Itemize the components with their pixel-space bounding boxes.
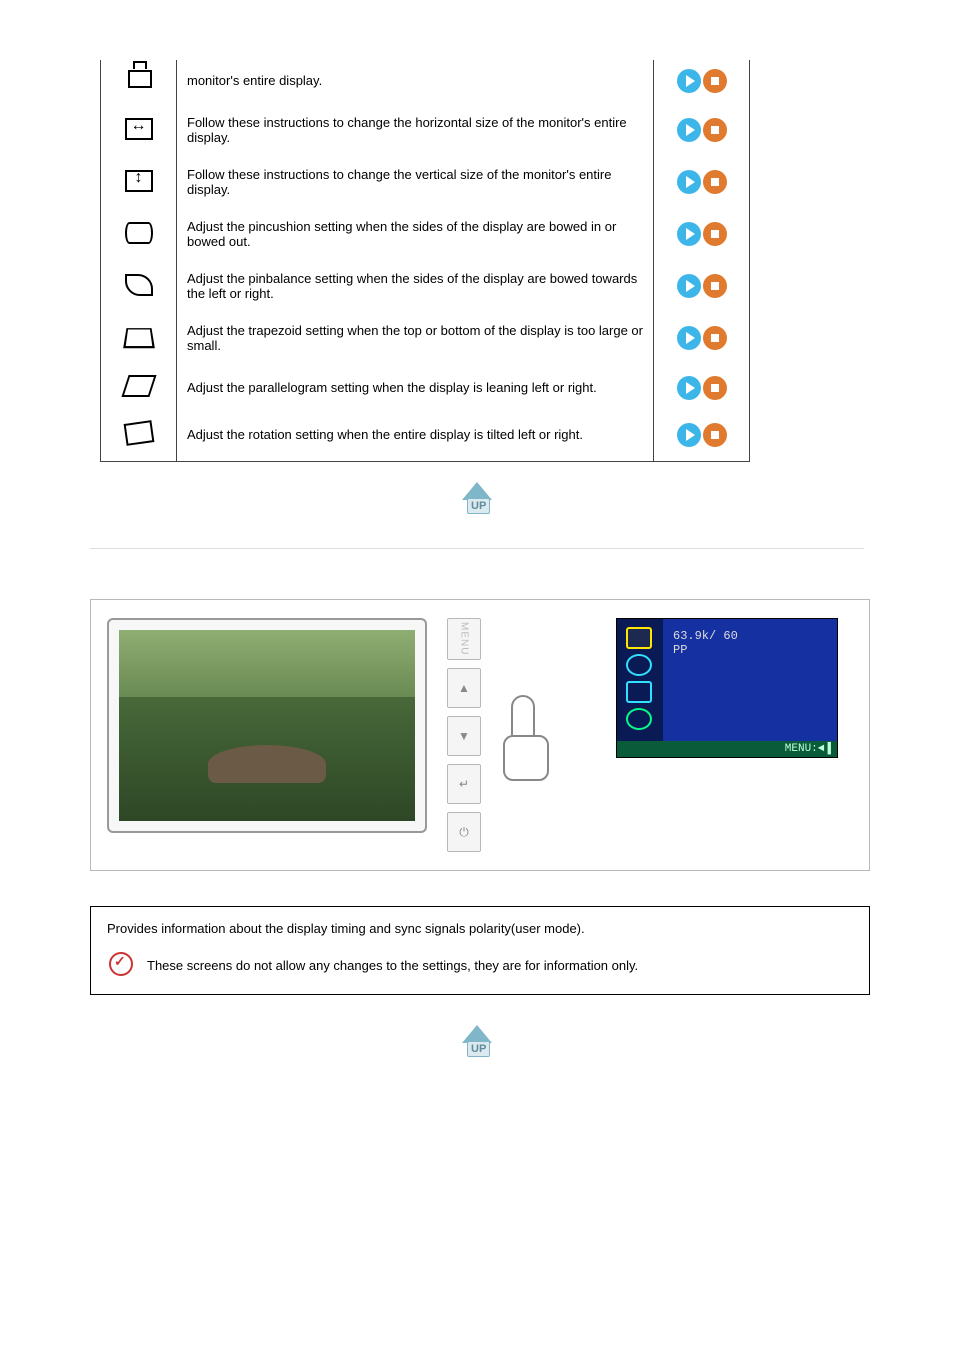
trapezoid-icon [123, 328, 155, 348]
setting-description: Follow these instructions to change the … [177, 107, 654, 159]
table-row: Adjust the pinbalance setting when the s… [101, 263, 750, 315]
setting-action-cell [654, 211, 750, 263]
osd-category-icons [617, 619, 663, 741]
down-button[interactable]: ▼ [447, 716, 481, 756]
power-button[interactable]: ⏻ [447, 812, 481, 852]
osd-panel: 63.9k/ 60 PP MENU:◄▐ [616, 618, 838, 758]
stop-button[interactable] [703, 423, 727, 447]
osd-language-icon [626, 654, 652, 676]
setting-action-cell [654, 159, 750, 211]
information-heading: Provides information about the display t… [107, 921, 853, 936]
setting-icon-cell [101, 60, 177, 107]
play-button[interactable] [677, 274, 701, 298]
table-row: Follow these instructions to change the … [101, 107, 750, 159]
setting-action-cell [654, 315, 750, 367]
table-row: Adjust the trapezoid setting when the to… [101, 315, 750, 367]
stop-button[interactable] [703, 326, 727, 350]
note-icon [107, 952, 133, 978]
play-button[interactable] [677, 376, 701, 400]
stop-button[interactable] [703, 69, 727, 93]
setting-description: Follow these instructions to change the … [177, 159, 654, 211]
setting-action-cell [654, 367, 750, 414]
information-note: These screens do not allow any changes t… [147, 958, 638, 973]
setting-description: Adjust the trapezoid setting when the to… [177, 315, 654, 367]
up-button[interactable]: ▲ [447, 668, 481, 708]
hand-pointer-icon [501, 695, 556, 775]
table-row: Follow these instructions to change the … [101, 159, 750, 211]
stop-button[interactable] [703, 170, 727, 194]
vertical-size-icon [125, 170, 153, 192]
setting-icon-cell [101, 159, 177, 211]
osd-timing-value: 63.9k/ 60 [673, 629, 827, 643]
monitor-graphic [107, 618, 427, 833]
setting-description: Adjust the rotation setting when the ent… [177, 414, 654, 462]
table-row: Adjust the parallelogram setting when th… [101, 367, 750, 414]
setting-action-cell [654, 263, 750, 315]
osd-picture-icon [626, 627, 652, 649]
parallelogram-icon [121, 375, 156, 397]
up-link[interactable] [457, 482, 497, 518]
stop-button[interactable] [703, 376, 727, 400]
setting-icon-cell [101, 107, 177, 159]
geometry-settings-table: monitor's entire display.Follow these in… [100, 60, 750, 462]
setting-description: monitor's entire display. [177, 60, 654, 107]
table-row: monitor's entire display. [101, 60, 750, 107]
osd-information-icon [626, 708, 652, 730]
setting-icon-cell [101, 367, 177, 414]
setting-icon-cell [101, 414, 177, 462]
osd-illustration: MENU ▲ ▼ ↵ ⏻ 63.9k/ 60 PP MENU:◄▐ [90, 599, 870, 871]
pinbalance-icon [125, 274, 153, 296]
osd-main-panel: 63.9k/ 60 PP [663, 619, 837, 741]
table-row: Adjust the rotation setting when the ent… [101, 414, 750, 462]
play-button[interactable] [677, 423, 701, 447]
osd-geometry-icon [626, 681, 652, 703]
enter-button[interactable]: ↵ [447, 764, 481, 804]
play-button[interactable] [677, 170, 701, 194]
monitor-button-column: MENU ▲ ▼ ↵ ⏻ [447, 618, 481, 852]
menu-button[interactable]: MENU [447, 618, 481, 660]
setting-action-cell [654, 107, 750, 159]
pincushion-icon [125, 222, 153, 244]
setting-action-cell [654, 60, 750, 107]
setting-icon-cell [101, 211, 177, 263]
play-button[interactable] [677, 118, 701, 142]
play-button[interactable] [677, 326, 701, 350]
vertical-position-icon [125, 68, 153, 90]
play-button[interactable] [677, 69, 701, 93]
horizontal-size-icon [125, 118, 153, 140]
setting-description: Adjust the pinbalance setting when the s… [177, 263, 654, 315]
table-row: Adjust the pincushion setting when the s… [101, 211, 750, 263]
setting-description: Adjust the parallelogram setting when th… [177, 367, 654, 414]
up-link[interactable] [457, 1025, 497, 1061]
monitor-screen [119, 630, 415, 821]
setting-icon-cell [101, 263, 177, 315]
information-description-box: Provides information about the display t… [90, 906, 870, 995]
osd-footer: MENU:◄▐ [617, 741, 837, 757]
setting-action-cell [654, 414, 750, 462]
stop-button[interactable] [703, 222, 727, 246]
setting-icon-cell [101, 315, 177, 367]
stop-button[interactable] [703, 274, 727, 298]
stop-button[interactable] [703, 118, 727, 142]
rotation-icon [123, 420, 154, 446]
play-button[interactable] [677, 222, 701, 246]
osd-polarity-value: PP [673, 643, 827, 657]
setting-description: Adjust the pincushion setting when the s… [177, 211, 654, 263]
section-divider [90, 548, 864, 549]
